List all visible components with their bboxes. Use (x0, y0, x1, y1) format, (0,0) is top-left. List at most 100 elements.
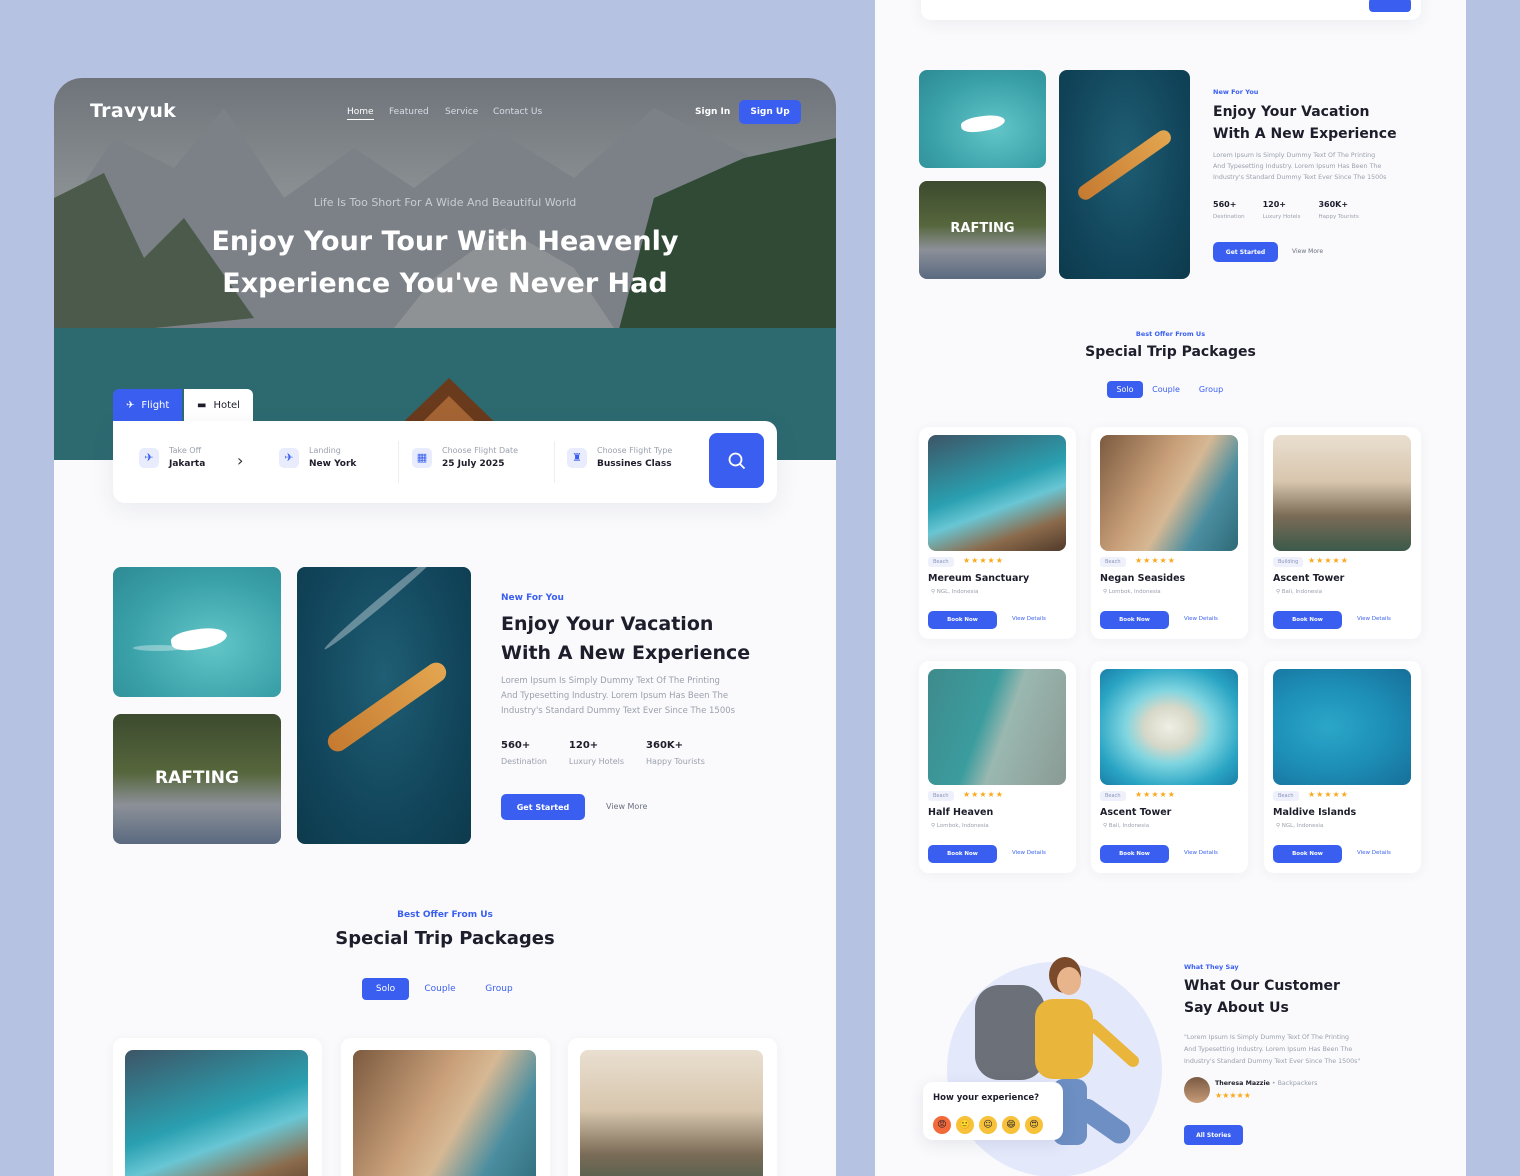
search-icon (728, 452, 745, 469)
star-rating: ★★★★★ (1135, 556, 1176, 565)
landing-label: Landing (309, 446, 341, 455)
package-card: Building ★★★★★ Ascent Tower ⚲ Bali, Indo… (1264, 427, 1421, 639)
tab-hotel-label: Hotel (213, 399, 240, 411)
neutral-emoji-icon[interactable]: 😐 (979, 1116, 997, 1134)
package-card: Beach ★★★★★ Half Heaven ⚲ Lombok, Indone… (919, 661, 1076, 873)
package-card: Beach ★★★★★ Mereum Sanctuary ⚲ NGL, Indo… (919, 427, 1076, 639)
package-photo (1100, 669, 1238, 785)
view-more-link[interactable]: View More (606, 802, 647, 811)
all-stories-button[interactable]: All Stories (1184, 1125, 1243, 1145)
nav-home[interactable]: Home (347, 107, 374, 120)
book-now-button[interactable]: Book Now (1100, 611, 1169, 629)
category-badge: Beach (928, 557, 954, 567)
about-title-line2: With A New Experience (501, 642, 751, 664)
logo[interactable]: Travyuk (90, 100, 176, 122)
view-details-link[interactable]: View Details (1012, 850, 1046, 856)
view-details-link[interactable]: View Details (1184, 850, 1218, 856)
sign-in-link[interactable]: Sign In (695, 107, 730, 117)
book-now-button[interactable]: Book Now (1273, 611, 1342, 629)
package-photo (928, 435, 1066, 551)
book-now-button[interactable]: Book Now (928, 611, 997, 629)
package-location: ⚲ Bali, Indonesia (1103, 823, 1150, 829)
takeoff-label: Take Off (169, 446, 202, 455)
package-photo (928, 669, 1066, 785)
search-button[interactable] (1369, 0, 1411, 12)
package-card: Beach ★★★★★ Negan Seasides ⚲ Lombok, Ind… (1091, 427, 1248, 639)
stat-tourists: 360K+ Happy Tourists (1318, 200, 1359, 220)
filter-couple[interactable]: Couple (415, 978, 465, 1000)
filter-couple[interactable]: Couple (1147, 381, 1185, 398)
view-more-link[interactable]: View More (1292, 248, 1323, 255)
get-started-button[interactable]: Get Started (1213, 242, 1278, 262)
takeoff-field[interactable]: ✈ Take Off Jakarta (139, 446, 205, 469)
hero-title-line2: Experience You've Never Had (222, 268, 668, 299)
testimonial-tag: What They Say (1184, 963, 1239, 971)
about-title-line1: Enjoy Your Vacation (501, 613, 714, 635)
package-location: ⚲ Lombok, Indonesia (931, 823, 989, 829)
rafting-label: RAFTING (155, 768, 239, 788)
hero-title-line1: Enjoy Your Tour With Heavenly (211, 226, 679, 257)
package-name: Negan Seasides (1100, 573, 1186, 584)
author-role: Backpackers (1277, 1080, 1318, 1087)
filter-group[interactable]: Group (474, 978, 524, 1000)
tab-flight-label: Flight (141, 399, 170, 411)
about-stats: 560+ Destination 120+ Luxury Hotels 360K+ H… (1213, 200, 1359, 220)
landing-field[interactable]: ✈ Landing New York (279, 446, 356, 469)
package-card (341, 1038, 550, 1176)
feedback-popup: How your experience? 😡 🙂 😐 😄 😍 (923, 1082, 1063, 1140)
package-photo (1273, 669, 1411, 785)
author-name: Theresa Mazzie (1215, 1080, 1270, 1087)
laugh-emoji-icon[interactable]: 😄 (1002, 1116, 1020, 1134)
nav-featured[interactable]: Featured (389, 107, 429, 117)
nav-contact[interactable]: Contact Us (493, 107, 542, 117)
view-details-link[interactable]: View Details (1012, 616, 1046, 622)
divider (554, 441, 555, 483)
book-now-button[interactable]: Book Now (1273, 845, 1342, 863)
filter-solo[interactable]: Solo (1107, 381, 1143, 398)
takeoff-value: Jakarta (169, 459, 206, 469)
package-name: Maldive Islands (1273, 807, 1357, 818)
book-now-button[interactable]: Book Now (928, 845, 997, 863)
love-emoji-icon[interactable]: 😍 (1025, 1116, 1043, 1134)
view-details-link[interactable]: View Details (1357, 850, 1391, 856)
date-value: 25 July 2025 (442, 459, 505, 469)
flight-search-bar: ✈ Take Off Jakarta › ✈ Landing New York ▦ … (113, 421, 777, 503)
category-badge: Building (1273, 557, 1304, 567)
traveler-illustration (975, 957, 1139, 1145)
stat-hotels: 120+ Luxury Hotels (568, 740, 625, 766)
star-rating: ★★★★★ (963, 790, 1004, 799)
about-tag: New For You (1213, 88, 1259, 96)
hero-section: Travyuk Home Featured Service Contact Us… (54, 78, 836, 460)
testimonial-quote: "Lorem Ipsum Is Simply Dummy Text Of The… (1184, 1034, 1361, 1065)
landing-icon: ✈ (279, 447, 299, 468)
takeoff-icon: ✈ (139, 447, 159, 468)
book-now-button[interactable]: Book Now (1100, 845, 1169, 863)
nav-service[interactable]: Service (445, 107, 478, 117)
date-label: Choose Flight Date (442, 446, 519, 455)
package-name: Ascent Tower (1100, 807, 1172, 818)
sign-up-button[interactable]: Sign Up (739, 100, 801, 124)
flight-type-field[interactable]: ♜ Choose Flight Type Bussines Class (567, 446, 672, 469)
search-button[interactable] (709, 433, 764, 488)
tab-hotel[interactable]: ▬ Hotel (184, 389, 253, 421)
about-title: Enjoy Your Vacation With A New Experience (1213, 104, 1397, 142)
get-started-button[interactable]: Get Started (501, 794, 585, 820)
divider (398, 441, 399, 483)
package-card (113, 1038, 322, 1176)
date-field[interactable]: ▦ Choose Flight Date 25 July 2025 (412, 446, 518, 469)
smile-emoji-icon[interactable]: 🙂 (956, 1116, 974, 1134)
rafting-photo: RAFTING (919, 181, 1046, 279)
chevron-right-icon[interactable]: › (237, 451, 243, 470)
speedboat-photo (919, 70, 1046, 168)
speedboat-photo (113, 567, 281, 697)
plane-icon: ✈ (126, 399, 135, 411)
view-details-link[interactable]: View Details (1184, 616, 1218, 622)
package-location: ⚲ Lombok, Indonesia (1103, 589, 1161, 595)
angry-emoji-icon[interactable]: 😡 (933, 1116, 951, 1134)
filter-group[interactable]: Group (1191, 381, 1231, 398)
filter-solo[interactable]: Solo (362, 978, 409, 1000)
packages-title: Special Trip Packages (1085, 344, 1256, 360)
view-details-link[interactable]: View Details (1357, 616, 1391, 622)
rafting-label: RAFTING (950, 221, 1015, 236)
tab-flight[interactable]: ✈ Flight (113, 389, 183, 421)
